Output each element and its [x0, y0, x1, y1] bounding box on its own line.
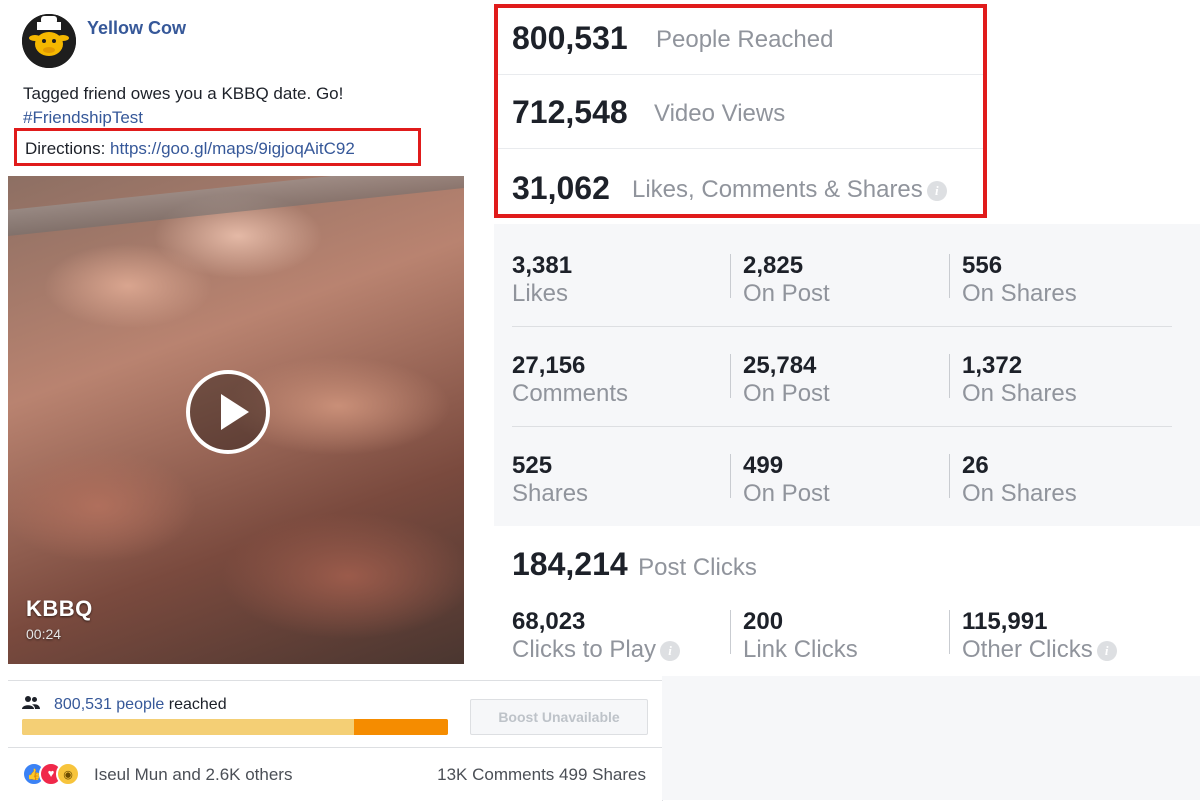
stat-value: 26: [962, 452, 989, 479]
stat-value: 3,381: [512, 252, 573, 279]
stat-value: 2,825: [743, 252, 804, 279]
stat-label-wrap: Clicks to Play i: [512, 636, 681, 664]
reaction-icons[interactable]: 👍 ♥ ◉: [22, 762, 80, 786]
video-frame-detail: [8, 176, 464, 236]
reach-summary: 800,531 people reached: [54, 696, 227, 714]
info-icon[interactable]: i: [660, 640, 681, 661]
post-card: Yellow Cow Tagged friend owes you a KBBQ…: [0, 0, 478, 680]
stat-value: 499: [743, 452, 784, 479]
directions-highlight: Directions: https://goo.gl/maps/9igjoqAi…: [14, 128, 421, 166]
other-clicks: 115,991 Other Clicks i: [962, 608, 1117, 664]
post-clicks-label: Post Clicks: [638, 554, 757, 581]
reach-suffix: reached: [168, 696, 227, 713]
post-text-line: Tagged friend owes you a KBBQ date. Go!: [23, 84, 344, 103]
directions-line: Directions: https://goo.gl/maps/9igjoqAi…: [25, 139, 355, 159]
post-clicks-block: 184,214 Post Clicks 68,023 Clicks to Pla…: [494, 526, 1200, 676]
stat-label: On Post: [743, 280, 830, 307]
likes-on-post: 2,825 On Post: [743, 252, 830, 308]
reactors-link[interactable]: Iseul Mun and 2.6K others: [94, 765, 292, 785]
stat-label: On Post: [743, 480, 830, 507]
stat-label: Other Clicks: [962, 636, 1093, 663]
background-filler: [662, 676, 1200, 800]
stat-label: On Shares: [962, 380, 1077, 407]
column-divider: [949, 254, 950, 298]
stat-value: 1,372: [962, 352, 1023, 379]
post-clicks-total: 184,214 Post Clicks: [512, 546, 757, 583]
comments-on-shares: 1,372 On Shares: [962, 352, 1077, 408]
likes-on-shares: 556 On Shares: [962, 252, 1077, 308]
hashtag-link[interactable]: #FriendshipTest: [23, 106, 343, 130]
shares-total: 525 Shares: [512, 452, 588, 508]
directions-link[interactable]: https://goo.gl/maps/9igjoqAitC92: [110, 139, 355, 158]
play-button[interactable]: [186, 370, 270, 454]
stat-label: On Shares: [962, 480, 1077, 507]
link-clicks: 200 Link Clicks: [743, 608, 858, 664]
stat-label: Clicks to Play: [512, 636, 657, 663]
engagement-counts: 13K Comments 499 Shares: [437, 765, 646, 785]
top-metrics: 800,531 People Reached 712,548 Video Vie…: [494, 0, 1200, 224]
column-divider: [949, 454, 950, 498]
stat-label-wrap: Other Clicks i: [962, 636, 1117, 664]
progress-organic: [22, 719, 355, 735]
likes-total: 3,381 Likes: [512, 252, 572, 308]
video-player[interactable]: KBBQ 00:24: [8, 176, 464, 664]
stat-value: 27,156: [512, 352, 586, 379]
comments-total: 27,156 Comments: [512, 352, 628, 408]
stat-value: 556: [962, 252, 1003, 279]
shares-count-link[interactable]: 499 Shares: [559, 765, 646, 784]
post-clicks-value: 184,214: [512, 546, 628, 582]
directions-label: Directions:: [25, 139, 106, 158]
comments-count-link[interactable]: 13K Comments: [437, 765, 554, 784]
info-icon[interactable]: i: [1096, 640, 1117, 661]
shares-breakdown-row: 525 Shares 499 On Post 26 On Shares: [512, 426, 1172, 526]
reach-panel: 800,531 people reached Boost Unavailable…: [8, 680, 663, 801]
divider: [8, 747, 662, 748]
reach-progress-bar: [22, 719, 448, 735]
cow-logo-icon: [22, 14, 76, 68]
video-title: KBBQ: [26, 596, 93, 621]
column-divider: [949, 354, 950, 398]
boost-button[interactable]: Boost Unavailable: [470, 699, 648, 735]
reach-count-link[interactable]: 800,531 people: [54, 696, 164, 713]
stat-value: 200: [743, 608, 784, 635]
post-insights-panel: 800,531 People Reached 712,548 Video Vie…: [494, 0, 1200, 676]
stat-label: On Post: [743, 380, 830, 407]
stat-label: Link Clicks: [743, 636, 858, 663]
video-duration: 00:24: [26, 626, 62, 642]
likes-breakdown-row: 3,381 Likes 2,825 On Post 556 On Shares: [512, 226, 1172, 327]
post-message: Tagged friend owes you a KBBQ date. Go! …: [23, 82, 343, 130]
stat-value: 115,991: [962, 608, 1048, 635]
column-divider: [730, 454, 731, 498]
stat-label: Shares: [512, 480, 589, 507]
column-divider: [730, 254, 731, 298]
top-metrics-highlight: [494, 4, 987, 218]
column-divider: [730, 610, 731, 654]
clicks-to-play: 68,023 Clicks to Play i: [512, 608, 681, 664]
shares-on-post: 499 On Post: [743, 452, 830, 508]
stat-value: 25,784: [743, 352, 817, 379]
stat-value: 68,023: [512, 608, 586, 635]
page-name-link[interactable]: Yellow Cow: [87, 18, 186, 39]
comments-on-post: 25,784 On Post: [743, 352, 830, 408]
progress-fill: [354, 719, 448, 735]
column-divider: [949, 610, 950, 654]
stat-label: Comments: [512, 380, 629, 407]
stat-label: Likes: [512, 280, 569, 307]
stat-value: 525: [512, 452, 553, 479]
page-avatar[interactable]: [22, 14, 76, 68]
shares-on-shares: 26 On Shares: [962, 452, 1077, 508]
people-icon: [22, 696, 40, 709]
column-divider: [730, 354, 731, 398]
stat-label: On Shares: [962, 280, 1077, 307]
comments-breakdown-row: 27,156 Comments 25,784 On Post 1,372 On …: [512, 326, 1172, 427]
wow-reaction-icon: ◉: [56, 762, 80, 786]
